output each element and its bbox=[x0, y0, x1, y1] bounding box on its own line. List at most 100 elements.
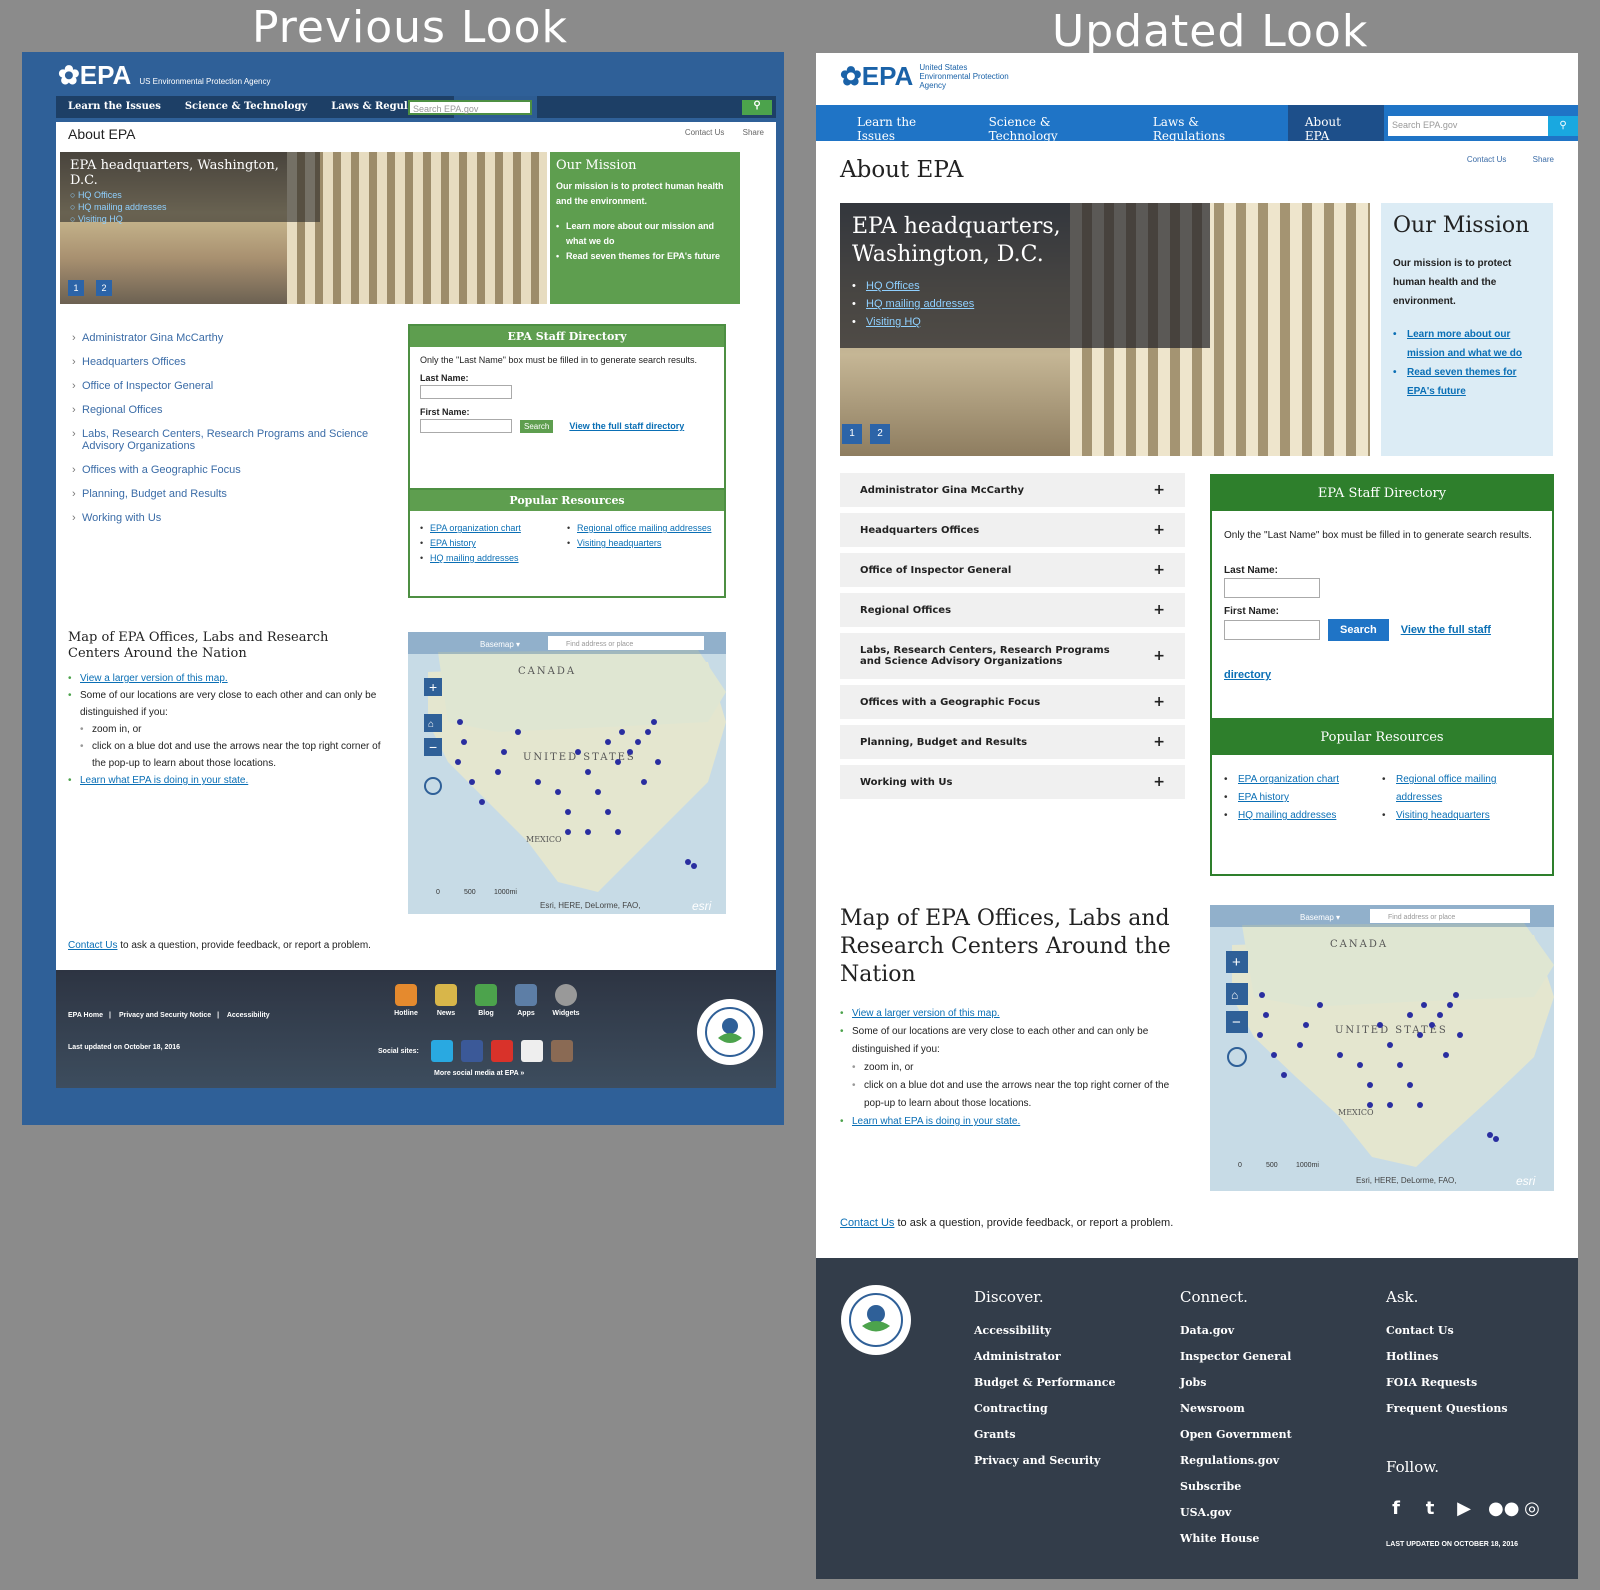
zoom-in-icon[interactable]: + bbox=[1232, 954, 1241, 971]
widgets-link[interactable]: Widgets bbox=[552, 984, 580, 1017]
footer-accessibility-link[interactable]: Accessibility bbox=[227, 1012, 270, 1019]
resource-link[interactable]: EPA organization chart bbox=[420, 521, 567, 536]
office-dot[interactable] bbox=[1377, 1022, 1383, 1028]
office-dot[interactable] bbox=[595, 789, 601, 795]
state-link[interactable]: Learn what EPA is doing in your state. bbox=[80, 775, 248, 786]
office-dot[interactable] bbox=[1257, 1032, 1263, 1038]
office-dot[interactable] bbox=[1387, 1102, 1393, 1108]
office-dot[interactable] bbox=[515, 729, 521, 735]
footer-link[interactable]: FOIA Requests bbox=[1386, 1376, 1508, 1389]
about-link[interactable]: Regional Offices bbox=[72, 404, 402, 416]
zoom-out-icon[interactable]: − bbox=[429, 739, 437, 755]
office-dot[interactable] bbox=[619, 729, 625, 735]
footer-link[interactable]: White House bbox=[1180, 1532, 1292, 1545]
footer-link[interactable]: USA.gov bbox=[1180, 1506, 1292, 1519]
youtube-icon[interactable]: ▶ bbox=[1454, 1498, 1474, 1519]
nav-about-epa[interactable]: About EPA bbox=[1287, 105, 1385, 143]
footer-link[interactable]: Administrator bbox=[974, 1350, 1115, 1363]
office-dot[interactable] bbox=[457, 719, 463, 725]
footer-link[interactable]: Contracting bbox=[974, 1402, 1115, 1415]
more-social-link[interactable]: More social media at EPA » bbox=[434, 1070, 524, 1077]
office-dot[interactable] bbox=[615, 759, 621, 765]
map-find-input[interactable]: Find address or place bbox=[566, 641, 633, 648]
search-icon[interactable]: ⚲ bbox=[742, 99, 772, 115]
office-dot[interactable] bbox=[685, 859, 691, 865]
resource-link[interactable]: HQ mailing addresses bbox=[1224, 807, 1382, 825]
office-dot[interactable] bbox=[585, 769, 591, 775]
nav-learn-issues[interactable]: Learn the Issues bbox=[840, 105, 972, 143]
office-dot[interactable] bbox=[615, 829, 621, 835]
slide-page-2[interactable]: 2 bbox=[96, 280, 112, 296]
epa-logo[interactable]: ✿EPA US Environmental Protection Agency bbox=[58, 60, 271, 91]
nav-learn-issues[interactable]: Learn the Issues bbox=[56, 96, 173, 118]
last-name-input[interactable] bbox=[1224, 578, 1320, 598]
first-name-input[interactable] bbox=[420, 419, 512, 433]
office-dot[interactable] bbox=[535, 779, 541, 785]
news-link[interactable]: News bbox=[432, 984, 460, 1017]
office-dot[interactable] bbox=[605, 739, 611, 745]
office-dot[interactable] bbox=[1387, 1042, 1393, 1048]
epa-offices-map[interactable]: Basemap ▾ Find address or place CANADA U… bbox=[408, 632, 726, 914]
office-dot[interactable] bbox=[469, 779, 475, 785]
mission-link[interactable]: Read seven themes for EPA's future bbox=[1393, 363, 1541, 401]
office-dot[interactable] bbox=[1443, 1052, 1449, 1058]
office-dot[interactable] bbox=[635, 739, 641, 745]
about-link[interactable]: Offices with a Geographic Focus bbox=[72, 464, 402, 476]
contact-us-link[interactable]: Contact Us bbox=[68, 940, 117, 951]
office-dot[interactable] bbox=[651, 719, 657, 725]
resource-link[interactable]: EPA history bbox=[420, 536, 567, 551]
resource-link[interactable]: Regional office mailing addresses bbox=[567, 521, 714, 536]
larger-map-link[interactable]: View a larger version of this map. bbox=[80, 673, 228, 684]
office-dot[interactable] bbox=[1487, 1132, 1493, 1138]
office-dot[interactable] bbox=[1281, 1072, 1287, 1078]
office-dot[interactable] bbox=[1297, 1042, 1303, 1048]
office-dot[interactable] bbox=[1417, 1032, 1423, 1038]
nav-laws-regulations[interactable]: Laws & Regulations bbox=[1136, 105, 1288, 143]
nav-science-technology[interactable]: Science & Technology bbox=[972, 105, 1136, 143]
mission-link[interactable]: Learn more about our mission and what we… bbox=[1393, 325, 1541, 363]
instagram-icon[interactable] bbox=[550, 1040, 573, 1062]
office-dot[interactable] bbox=[605, 809, 611, 815]
full-staff-directory-link[interactable]: View the full staff directory bbox=[569, 421, 684, 431]
office-dot[interactable] bbox=[1421, 1002, 1427, 1008]
accordion-item[interactable]: Office of Inspector General + bbox=[840, 553, 1185, 587]
office-dot[interactable] bbox=[461, 739, 467, 745]
home-icon[interactable]: ⌂ bbox=[428, 719, 434, 730]
office-dot[interactable] bbox=[1367, 1082, 1373, 1088]
search-input[interactable]: Search EPA.gov bbox=[1388, 116, 1549, 136]
twitter-icon[interactable]: t bbox=[1420, 1498, 1440, 1519]
footer-link[interactable]: Budget & Performance bbox=[974, 1376, 1115, 1389]
last-name-input[interactable] bbox=[420, 385, 512, 399]
nav-science-technology[interactable]: Science & Technology bbox=[173, 96, 319, 118]
footer-link[interactable]: Grants bbox=[974, 1428, 1115, 1441]
map-basemap-button[interactable]: Basemap ▾ bbox=[1300, 913, 1340, 922]
hotline-link[interactable]: Hotline bbox=[392, 984, 420, 1017]
footer-link[interactable]: Accessibility bbox=[974, 1324, 1115, 1337]
footer-epa-home-link[interactable]: EPA Home bbox=[68, 1012, 103, 1019]
office-dot[interactable] bbox=[585, 829, 591, 835]
office-dot[interactable] bbox=[691, 863, 697, 869]
resource-link[interactable]: Visiting headquarters bbox=[1382, 807, 1540, 825]
office-dot[interactable] bbox=[1457, 1032, 1463, 1038]
office-dot[interactable] bbox=[1317, 1002, 1323, 1008]
map-basemap-button[interactable]: Basemap ▾ bbox=[480, 640, 520, 649]
staff-search-button[interactable]: Search bbox=[1328, 619, 1389, 641]
accordion-item[interactable]: Offices with a Geographic Focus + bbox=[840, 685, 1185, 719]
footer-link[interactable]: Newsroom bbox=[1180, 1402, 1292, 1415]
accordion-item[interactable]: Regional Offices + bbox=[840, 593, 1185, 627]
office-dot[interactable] bbox=[1271, 1052, 1277, 1058]
accordion-item[interactable]: Administrator Gina McCarthy + bbox=[840, 473, 1185, 507]
footer-link[interactable]: Data.gov bbox=[1180, 1324, 1292, 1337]
facebook-icon[interactable]: f bbox=[1386, 1498, 1406, 1519]
apps-link[interactable]: Apps bbox=[512, 984, 540, 1017]
map-find-input[interactable]: Find address or place bbox=[1388, 914, 1455, 921]
accordion-item[interactable]: Working with Us + bbox=[840, 765, 1185, 799]
hero-link[interactable]: ○ Visiting HQ bbox=[70, 214, 310, 224]
office-dot[interactable] bbox=[575, 749, 581, 755]
about-link[interactable]: Headquarters Offices bbox=[72, 356, 402, 368]
full-staff-directory-link[interactable]: View the full staff bbox=[1401, 624, 1491, 636]
larger-map-link[interactable]: View a larger version of this map. bbox=[852, 1008, 1000, 1019]
flickr-icon[interactable]: ●● bbox=[1488, 1498, 1519, 1519]
accordion-item[interactable]: Headquarters Offices + bbox=[840, 513, 1185, 547]
about-link[interactable]: Working with Us bbox=[72, 512, 402, 524]
